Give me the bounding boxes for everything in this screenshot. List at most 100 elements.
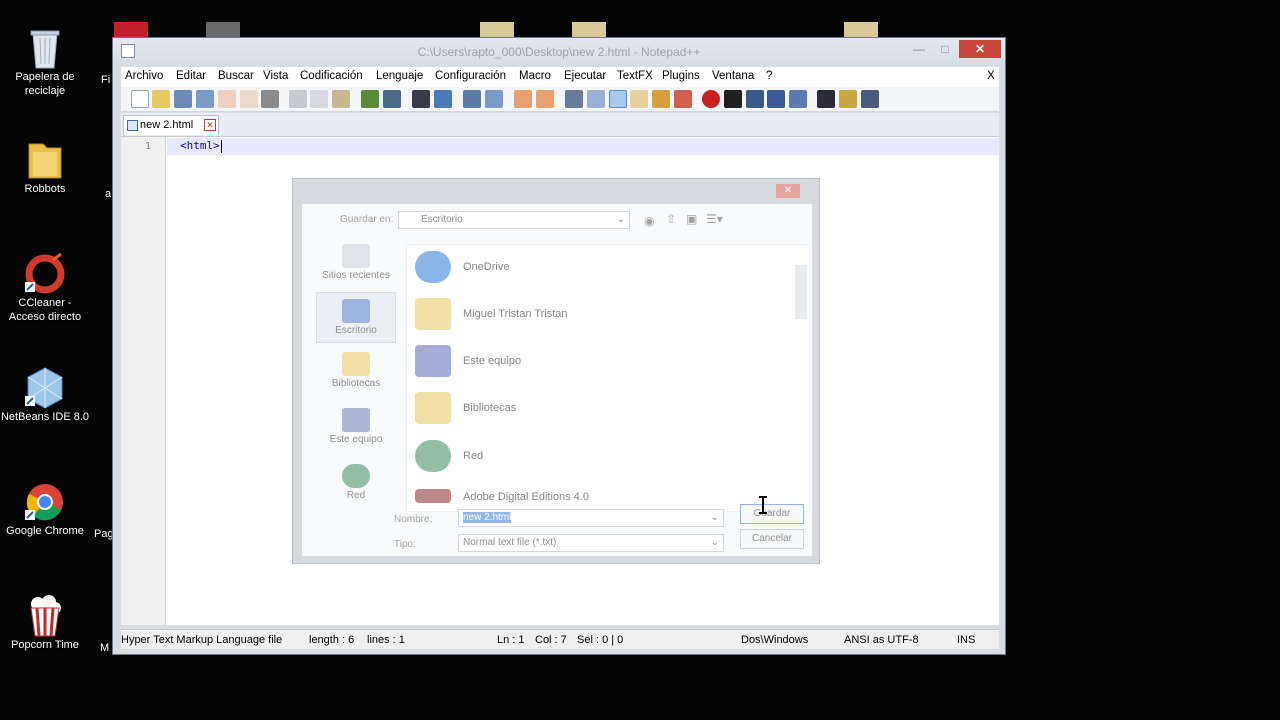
- desktop-top-icon[interactable]: [114, 22, 148, 38]
- vertical-scrollbar[interactable]: [795, 265, 807, 319]
- place-recent[interactable]: Sitios recientes: [316, 244, 396, 281]
- status-mode: INS: [957, 634, 976, 646]
- desktop-top-icon[interactable]: [844, 22, 878, 38]
- desktop-icon-ccleaner[interactable]: CCleaner - Acceso directo: [0, 252, 90, 324]
- place-libraries[interactable]: Bibliotecas: [316, 352, 396, 389]
- print-icon[interactable]: [261, 90, 279, 108]
- desktop-top-icon[interactable]: [572, 22, 606, 38]
- menu-plugins[interactable]: Plugins: [662, 70, 700, 82]
- menu-help[interactable]: ?: [766, 70, 772, 82]
- copy-icon[interactable]: [310, 90, 328, 108]
- menu-configuracion[interactable]: Configuración: [435, 70, 506, 82]
- desktop-icon-robbots[interactable]: Robbots: [0, 138, 90, 196]
- desktop-top-icon[interactable]: [480, 22, 514, 38]
- save-all-icon[interactable]: [196, 90, 214, 108]
- desktop-icon-chrome[interactable]: Google Chrome: [0, 480, 90, 538]
- desktop-partial-label: Fi: [101, 74, 111, 86]
- play-macro-icon[interactable]: [746, 90, 764, 108]
- record-macro-icon[interactable]: [702, 90, 720, 108]
- current-line-highlight: [167, 138, 999, 155]
- sync-vertical-icon[interactable]: [514, 90, 532, 108]
- cut-icon[interactable]: [289, 90, 307, 108]
- menu-textfx[interactable]: TextFX: [617, 70, 653, 82]
- function-list-icon[interactable]: [674, 90, 692, 108]
- code-text: <html>: [180, 139, 220, 152]
- save-in-combo[interactable]: Escritorio ⌄: [398, 211, 630, 229]
- close-all-icon[interactable]: [240, 90, 258, 108]
- menu-ejecutar[interactable]: Ejecutar: [564, 70, 606, 82]
- title-bar[interactable]: C:\Users\rapto_000\Desktop\new 2.html - …: [113, 38, 1005, 66]
- open-file-icon[interactable]: [152, 90, 170, 108]
- menu-buscar[interactable]: Buscar: [218, 70, 254, 82]
- tab-new-2-html[interactable]: new 2.html ✕: [123, 115, 219, 135]
- save-macro-icon[interactable]: [789, 90, 807, 108]
- menu-archivo[interactable]: Archivo: [125, 70, 163, 82]
- menu-lenguaje[interactable]: Lenguaje: [376, 70, 423, 82]
- place-network[interactable]: Red: [316, 464, 396, 501]
- desktop-icon-netbeans[interactable]: NetBeans IDE 8.0: [0, 366, 90, 424]
- close-icon[interactable]: [218, 90, 236, 108]
- plugin-icon[interactable]: [839, 90, 857, 108]
- indent-guide-icon[interactable]: [609, 90, 627, 108]
- stop-macro-icon[interactable]: [724, 90, 742, 108]
- back-icon[interactable]: ◉: [644, 214, 654, 228]
- minimize-button[interactable]: —: [909, 41, 929, 58]
- redo-icon[interactable]: [383, 90, 401, 108]
- desktop-partial-label: Pag: [94, 528, 114, 540]
- tab-close-icon[interactable]: ✕: [204, 119, 216, 131]
- paste-icon[interactable]: [332, 90, 350, 108]
- save-icon[interactable]: [174, 90, 192, 108]
- place-this-pc[interactable]: Este equipo: [316, 408, 396, 445]
- save-in-value: Escritorio: [421, 214, 463, 225]
- replace-icon[interactable]: [434, 90, 452, 108]
- dialog-body: Guardar en: Escritorio ⌄ ◉ ⇧ ▣ ☰▾ Sitios…: [302, 204, 812, 556]
- ds-icon[interactable]: [817, 90, 835, 108]
- document-map-icon[interactable]: [652, 90, 670, 108]
- filetype-select[interactable]: Normal text file (*.txt) ⌄: [458, 534, 724, 552]
- show-all-chars-icon[interactable]: [587, 90, 605, 108]
- zoom-out-icon[interactable]: [485, 90, 503, 108]
- filename-input[interactable]: new 2.html ⌄: [458, 509, 724, 527]
- network-icon: [415, 440, 451, 472]
- zoom-in-icon[interactable]: [463, 90, 481, 108]
- desktop-icon-recycle-bin[interactable]: Papelera de reciclaje: [0, 26, 90, 98]
- menu-vista[interactable]: Vista: [263, 70, 288, 82]
- up-folder-icon[interactable]: ⇧: [666, 212, 676, 226]
- maximize-button[interactable]: □: [935, 41, 955, 58]
- new-folder-icon[interactable]: ▣: [686, 212, 697, 226]
- run-macro-multiple-icon[interactable]: [767, 90, 785, 108]
- view-menu-icon[interactable]: ☰▾: [706, 212, 723, 226]
- computer-place-icon: [342, 408, 370, 432]
- user-language-icon[interactable]: [630, 90, 648, 108]
- spellcheck-icon[interactable]: [861, 90, 879, 108]
- new-file-icon[interactable]: [131, 90, 149, 108]
- menu-editar[interactable]: Editar: [176, 70, 206, 82]
- menu-codificacion[interactable]: Codificación: [300, 70, 363, 82]
- undo-icon[interactable]: [361, 90, 379, 108]
- sync-horizontal-icon[interactable]: [536, 90, 554, 108]
- menu-macro[interactable]: Macro: [519, 70, 551, 82]
- menu-ventana[interactable]: Ventana: [712, 70, 754, 82]
- status-eol: Dos\Windows: [741, 634, 809, 646]
- place-desktop[interactable]: Escritorio: [316, 292, 396, 343]
- window-close-button[interactable]: ✕: [959, 40, 1001, 58]
- close-document-button[interactable]: X: [987, 70, 995, 82]
- desktop-icon-label: CCleaner - Acceso directo: [8, 297, 82, 323]
- dialog-close-button[interactable]: ✕: [776, 184, 800, 198]
- file-name: Bibliotecas: [463, 402, 517, 414]
- chevron-down-icon: ⌄: [710, 537, 719, 548]
- save-button[interactable]: Guardar: [740, 504, 804, 524]
- desktop-top-icon[interactable]: [206, 22, 240, 38]
- status-bar: Hyper Text Markup Language file length :…: [121, 629, 999, 649]
- desktop-icon-label: Robbots: [24, 183, 66, 195]
- recent-places-icon: [342, 244, 370, 268]
- libraries-folder-icon: [415, 392, 451, 424]
- netbeans-icon: [25, 366, 65, 409]
- desktop-icon-popcorn[interactable]: Popcorn Time: [0, 594, 90, 652]
- tab-label: new 2.html: [140, 119, 194, 131]
- line-number-gutter: 1: [121, 137, 166, 625]
- place-label: Este equipo: [329, 434, 383, 445]
- word-wrap-icon[interactable]: [565, 90, 583, 108]
- find-icon[interactable]: [412, 90, 430, 108]
- cancel-button[interactable]: Cancelar: [740, 529, 804, 549]
